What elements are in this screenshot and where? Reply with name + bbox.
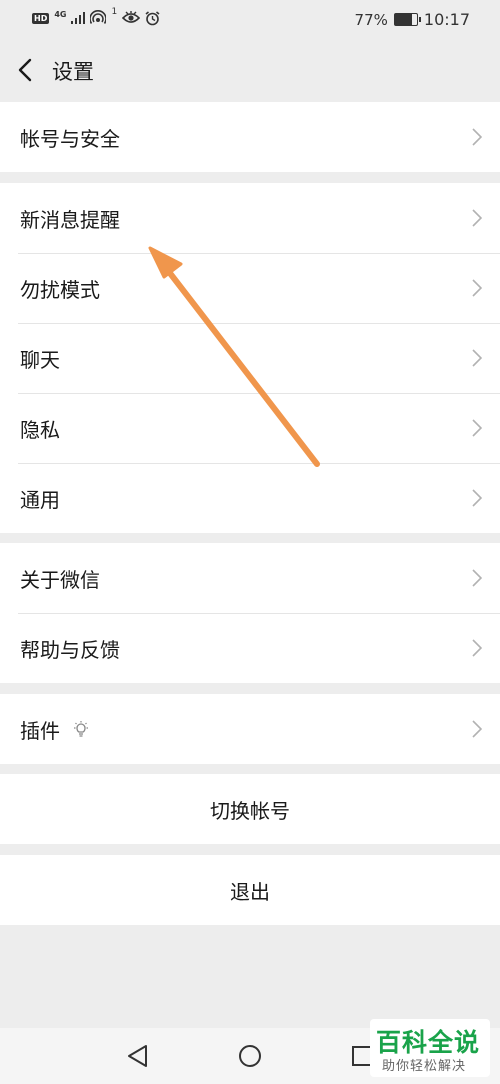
settings-row-privacy[interactable]: 隐私 xyxy=(0,393,500,463)
notification-count: 1 xyxy=(111,7,118,17)
status-right: 77% 10:17 xyxy=(355,10,470,29)
chevron-right-icon xyxy=(472,128,482,146)
alarm-icon xyxy=(145,10,160,25)
row-label: 插件 xyxy=(20,719,60,743)
watermark-slogan: 助你轻松解决 xyxy=(382,1059,467,1074)
settings-row-do-not-disturb[interactable]: 勿扰模式 xyxy=(0,253,500,323)
chevron-right-icon xyxy=(472,349,482,367)
settings-row-general[interactable]: 通用 xyxy=(0,463,500,533)
row-label: 聊天 xyxy=(20,348,60,372)
chevron-left-icon[interactable] xyxy=(14,57,38,83)
hotspot-icon xyxy=(90,10,107,24)
nav-bar: 设置 xyxy=(0,40,500,102)
settings-row-new-message-alerts[interactable]: 新消息提醒 xyxy=(0,183,500,253)
row-label: 关于微信 xyxy=(20,568,100,592)
settings-group-preferences: 新消息提醒 勿扰模式 聊天 隐私 通用 xyxy=(0,183,500,533)
settings-row-chat[interactable]: 聊天 xyxy=(0,323,500,393)
plugin-bulb-icon xyxy=(74,721,88,737)
settings-row-plugins[interactable]: 插件 xyxy=(0,694,500,764)
logout-button[interactable]: 退出 xyxy=(0,855,500,925)
watermark-brand: 百科全说 xyxy=(376,1028,481,1057)
row-label: 新消息提醒 xyxy=(20,208,120,232)
chevron-right-icon xyxy=(472,720,482,738)
status-bar: HD 4G 1 77% 10:17 xyxy=(0,0,500,40)
settings-row-account-security[interactable]: 帐号与安全 xyxy=(0,102,500,172)
switch-account-button[interactable]: 切换帐号 xyxy=(0,774,500,844)
eye-icon xyxy=(122,11,141,23)
chevron-right-icon xyxy=(472,279,482,297)
page-title: 设置 xyxy=(52,60,94,84)
settings-group-about: 关于微信 帮助与反馈 xyxy=(0,543,500,683)
signal-icon xyxy=(71,12,86,24)
switch-account-label: 切换帐号 xyxy=(210,799,290,823)
row-label: 通用 xyxy=(20,488,60,512)
row-label: 勿扰模式 xyxy=(20,278,100,302)
logout-label: 退出 xyxy=(230,880,270,904)
status-left: HD 4G 1 xyxy=(32,7,160,26)
chevron-right-icon xyxy=(472,419,482,437)
hd-badge: HD xyxy=(32,12,50,24)
settings-group-account: 帐号与安全 xyxy=(0,102,500,172)
circle-home-icon[interactable] xyxy=(236,1042,264,1070)
row-label: 隐私 xyxy=(20,418,60,442)
chevron-right-icon xyxy=(472,569,482,587)
chevron-right-icon xyxy=(472,209,482,227)
battery-percent: 77% xyxy=(354,10,388,29)
watermark-logo: 百科全说 助你轻松解决 xyxy=(370,1019,490,1077)
row-label: 帐号与安全 xyxy=(20,127,120,151)
network-label: 4G xyxy=(54,9,67,19)
chevron-right-icon xyxy=(472,489,482,507)
settings-row-about-wechat[interactable]: 关于微信 xyxy=(0,543,500,613)
battery-icon xyxy=(393,13,421,26)
settings-row-help-feedback[interactable]: 帮助与反馈 xyxy=(0,613,500,683)
triangle-back-icon[interactable] xyxy=(124,1042,152,1070)
clock: 10:17 xyxy=(423,10,470,29)
settings-group-plugins: 插件 xyxy=(0,694,500,764)
battery-fill xyxy=(394,14,412,25)
row-label: 帮助与反馈 xyxy=(20,638,120,662)
chevron-right-icon xyxy=(472,639,482,657)
